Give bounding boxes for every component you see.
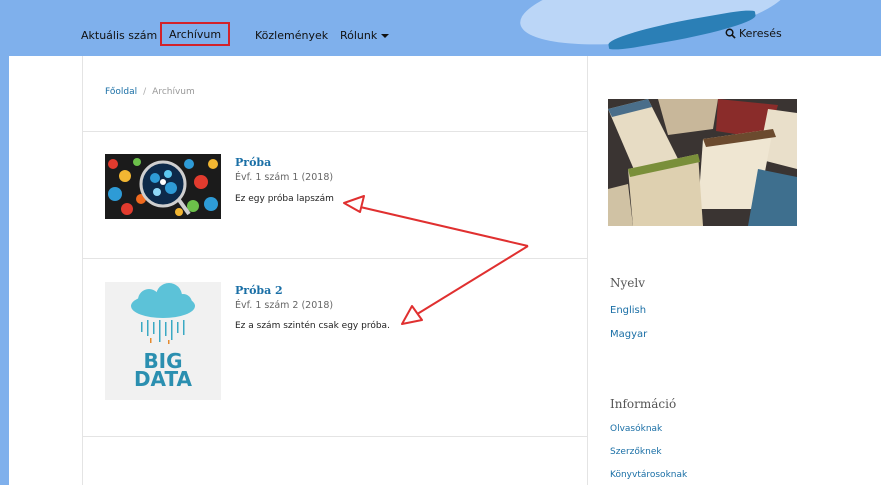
issue-description: Ez egy próba lapszám — [235, 194, 334, 204]
breadcrumb-separator: / — [143, 87, 147, 97]
main-content: Főoldal / Archívum Próba Évf. 1 szám 1 (… — [82, 56, 588, 485]
issue-title-link[interactable]: Próba — [235, 156, 271, 169]
issue-meta: Évf. 1 szám 2 (2018) — [235, 300, 334, 311]
info-link-librarians[interactable]: Könyvtárosoknak — [610, 470, 687, 480]
sidebar-books-image — [608, 99, 797, 226]
left-edge-bar — [0, 0, 9, 485]
nav-item-current-issue[interactable]: Aktuális szám — [81, 29, 157, 42]
nav-item-announcements[interactable]: Közlemények — [255, 29, 328, 42]
info-link-readers[interactable]: Olvasóknak — [610, 424, 662, 434]
issue-description: Ez a szám szintén csak egy próba. — [235, 321, 390, 331]
books-photo — [608, 99, 797, 226]
colorful-circles-magnifier-image — [105, 154, 221, 219]
info-link-authors[interactable]: Szerzőknek — [610, 447, 662, 457]
chevron-down-icon — [381, 34, 390, 38]
sidebar-info-heading: Információ — [610, 397, 677, 411]
issue-meta: Évf. 1 szám 1 (2018) — [235, 172, 334, 183]
issue-cover-image[interactable]: BIG DATA — [105, 282, 221, 400]
breadcrumb-home-link[interactable]: Főoldal — [105, 87, 137, 97]
search-icon — [725, 28, 736, 39]
language-link-magyar[interactable]: Magyar — [610, 329, 647, 340]
search-label: Keresés — [739, 27, 782, 40]
nav-item-about[interactable]: Rólunk — [340, 29, 390, 42]
breadcrumb: Főoldal / Archívum — [105, 87, 195, 97]
sidebar-language-heading: Nyelv — [610, 276, 645, 290]
issue-title-link[interactable]: Próba 2 — [235, 284, 283, 297]
language-link-english[interactable]: English — [610, 305, 646, 316]
top-navbar: Aktuális szám Archívum Közlemények Rólun… — [9, 0, 881, 56]
nav-item-about-label: Rólunk — [340, 29, 378, 42]
issue-cover-image[interactable] — [105, 154, 221, 219]
divider — [83, 258, 588, 259]
divider — [83, 436, 588, 437]
search-link[interactable]: Keresés — [725, 27, 782, 40]
nav-item-archive[interactable]: Archívum — [160, 22, 231, 46]
big-data-logo-text: DATA — [133, 367, 193, 391]
breadcrumb-current: Archívum — [152, 87, 195, 97]
divider — [83, 131, 588, 132]
